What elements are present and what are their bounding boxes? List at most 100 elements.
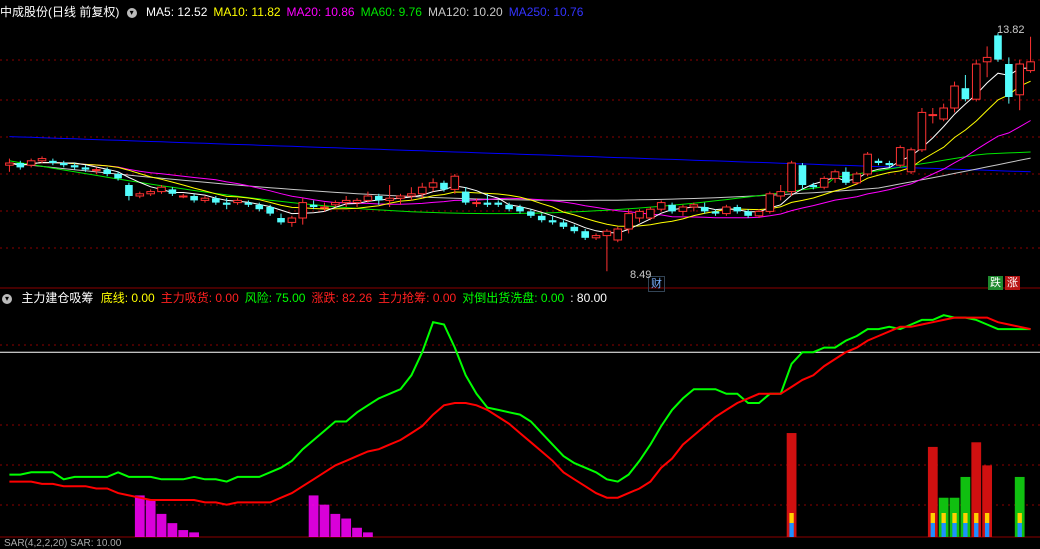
candle-body-up [765,193,775,212]
qiangchou-bar-core [974,513,979,523]
candle-body-up [407,193,416,197]
xihuo-bar [134,495,145,537]
xihuo-bar [145,500,156,537]
xihuo-bar [178,530,189,537]
candle-body-up [971,63,981,100]
candle-body-down [581,231,589,238]
candle-body-up [1015,63,1025,96]
qiangchou-bar-core [1017,523,1022,537]
candle-body-down [809,185,818,188]
candle-body-down [505,204,513,210]
candle-body-up [982,56,992,63]
candle-body-up [754,210,764,217]
candle-body-down [125,185,133,196]
candle-body-up [352,199,362,204]
candle-body-down [1005,64,1013,97]
candle-body-up [646,208,655,219]
candle-body-down [744,211,752,216]
candle-body-down [59,163,68,166]
candle-body-up [602,230,612,237]
candle-body-up [830,171,840,179]
candle-body-down [527,211,535,216]
candle-body-down [309,204,318,207]
candle-body-up [928,114,938,117]
candle-body-up [363,195,373,201]
qiangchou-bar-core [984,513,990,523]
candle-body-down [266,207,274,214]
candle-body-down [798,165,807,185]
candle-body-up [917,111,927,151]
xihuo-bar [352,527,362,537]
candle-body-up [450,175,460,190]
candle-body-up [722,206,731,215]
candle-body-up [950,85,959,109]
candle-body-up [819,177,829,188]
candle-body-down [733,207,742,212]
candle-body-up [776,191,786,197]
qiangchou-bar-core [789,523,794,537]
qiangchou-bar-core [952,513,957,523]
xihuo-bar [189,532,199,537]
qiangchou-bar-core [984,523,990,537]
candle-body-down [103,169,112,174]
candle-body-down [559,222,568,227]
badge-zhang[interactable]: 涨 [1005,276,1020,290]
candle-body-up [428,182,438,188]
candle-body-down [374,196,383,201]
candle-body-down [16,163,25,168]
candle-body-up [678,206,688,212]
candle-body-up [5,162,14,166]
candle-body-down [440,182,448,190]
candle-body-down [244,202,253,205]
candle-body-up [157,186,166,193]
qiangchou-bar-core [930,523,935,537]
candle-body-up [635,210,644,219]
risk-line [9,314,1031,483]
candle-body-up [624,213,633,230]
zhangdie-line [9,316,1031,506]
low-price-label: 8.49 [630,269,652,281]
candle-body-down [81,167,90,170]
qiangchou-bar-core [963,513,968,523]
candle-body-up [939,107,948,120]
qiangchou-bar-core [963,523,968,537]
candle-body-up [1026,61,1035,72]
candle-body-down [537,215,546,221]
candle-body-up [385,197,394,201]
candle-body-down [483,202,492,205]
candle-body-up [396,195,405,199]
candle-body-down [222,202,231,205]
candle-body-up [895,147,905,166]
candle-body-up [26,160,36,166]
candle-body-down [885,163,894,166]
candle-body-down [842,171,850,183]
candle-body-down [874,160,883,163]
candle-body-up [852,173,862,184]
qiangchou-bar-core [789,513,794,523]
candle-body-up [417,186,427,195]
candle-body-up [37,158,47,162]
candle-body-up [656,202,666,210]
candle-body-up [863,153,872,175]
candle-body-down [190,196,198,201]
candle-body-down [994,35,1002,60]
candle-body-up [906,149,916,173]
candle-body-down [277,218,285,223]
candle-body-up [689,204,699,208]
chart-canvas[interactable] [0,0,1040,549]
candle-body-down [461,191,470,203]
xihuo-bar [341,518,352,537]
candle-body-down [255,204,264,210]
candle-body-up [472,202,481,205]
candle-body-up [613,228,623,241]
qiangchou-bar-core [974,523,979,537]
candle-body-up [341,199,351,204]
qiangchou-bar-core [941,513,946,523]
xihuo-bar [319,504,330,537]
xihuo-bar [308,495,319,537]
candle-body-up [331,202,340,206]
candle-body-down [668,204,676,212]
badge-die[interactable]: 跌 [988,276,1003,290]
qiangchou-bar-core [941,523,946,537]
candle-body-up [233,199,242,204]
